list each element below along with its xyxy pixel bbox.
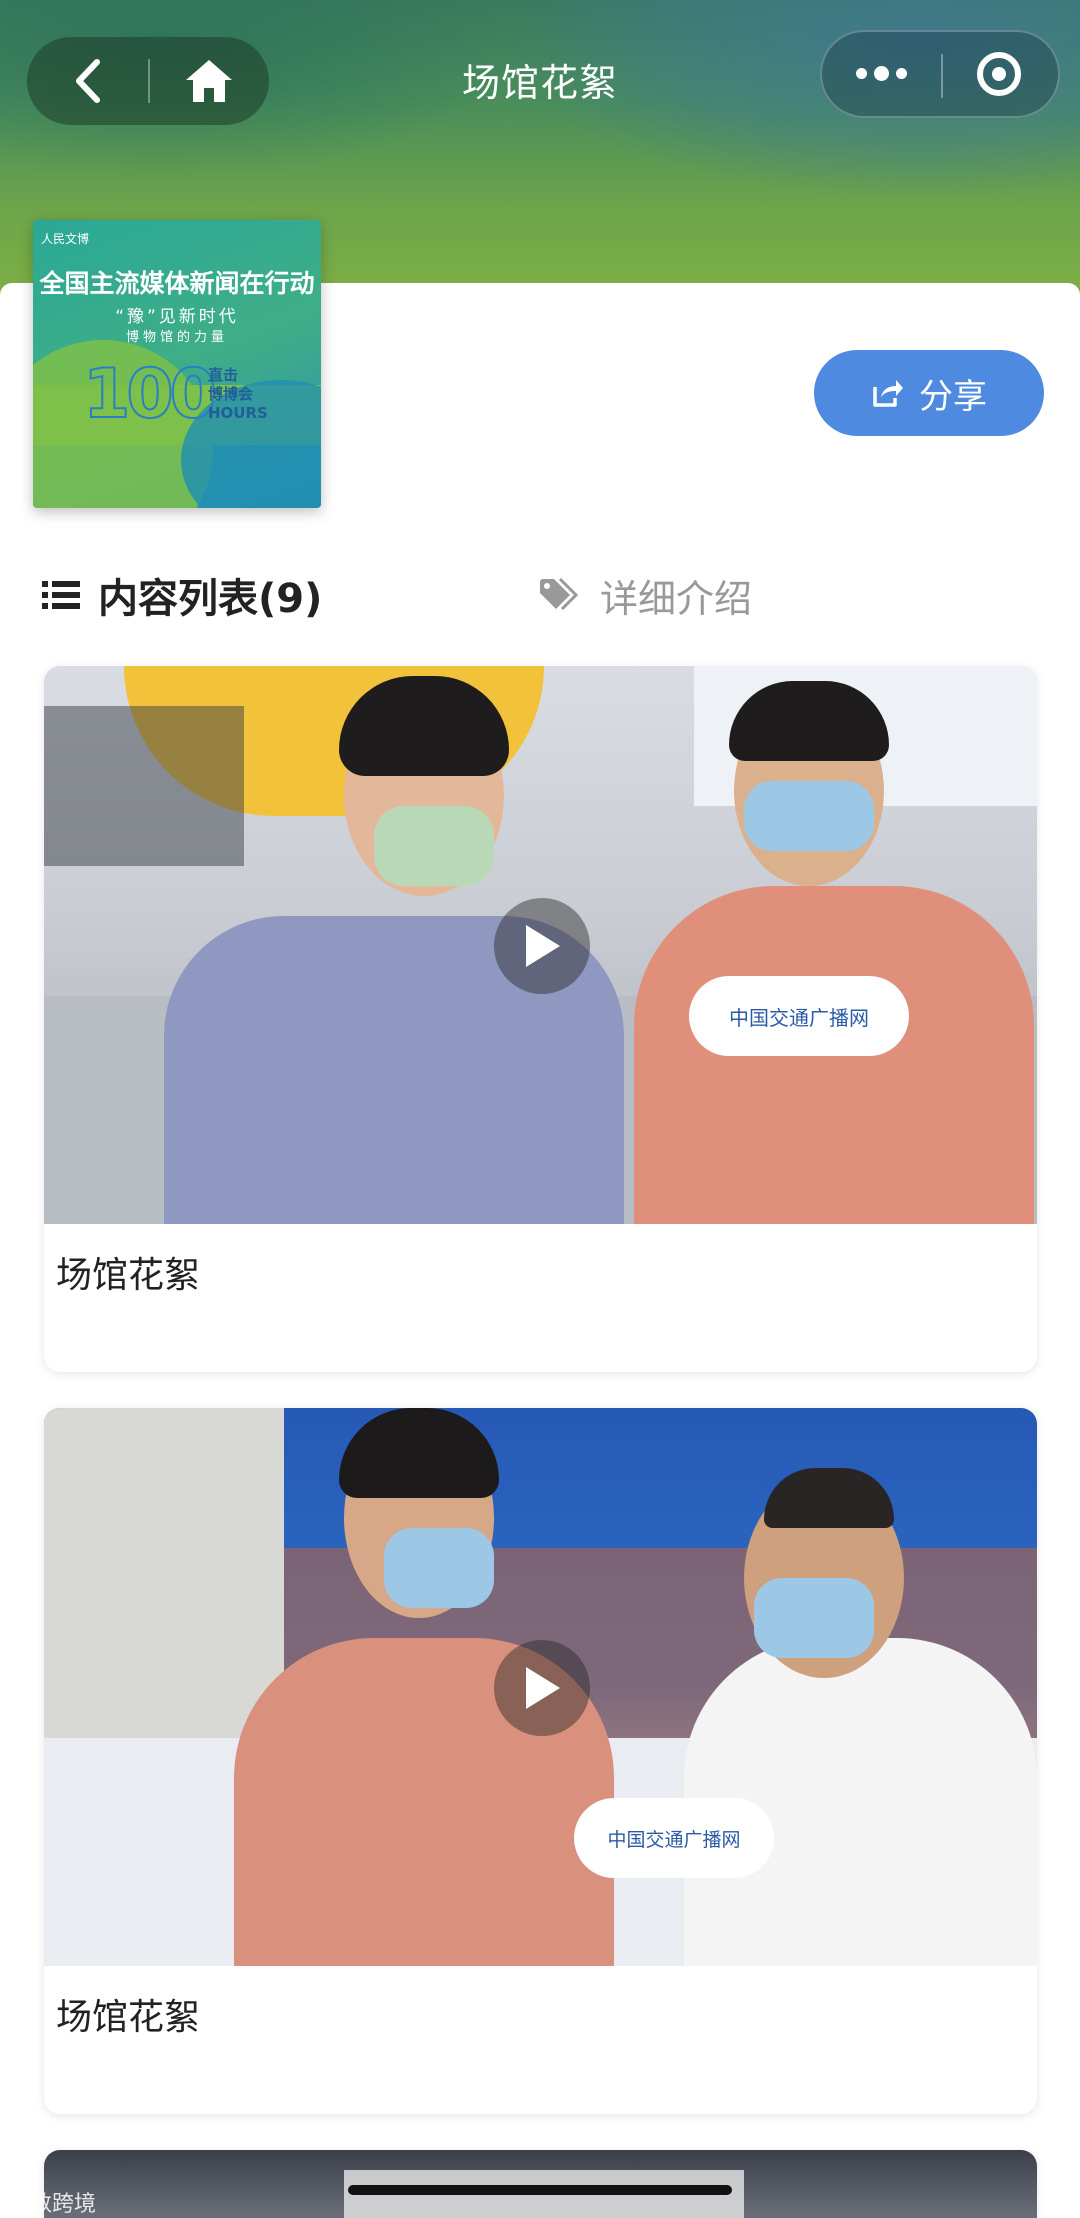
video-thumbnail[interactable]: 中国交通广播网 (44, 1408, 1037, 1966)
cover-number: 100 (82, 354, 218, 435)
microphone-flag: 中国交通广播网 (574, 1798, 774, 1878)
cover-side-text: 直击 博博会 HOURS (208, 366, 268, 422)
list-icon (42, 581, 80, 609)
mini-program-capsule (820, 30, 1060, 118)
more-dots-icon (855, 65, 907, 81)
nav-pill (27, 37, 269, 125)
page-title: 场馆花絮 (461, 61, 618, 105)
video-card[interactable]: 中国交通广播网 场馆花絮 (44, 666, 1037, 1372)
video-card[interactable]: 中国交通广播网 场馆花絮 (44, 1408, 1037, 2114)
target-circle-icon (977, 52, 1021, 96)
capsule-divider (941, 54, 943, 98)
video-thumbnail[interactable] (44, 2150, 1037, 2218)
video-title: 场馆花絮 (56, 1255, 201, 1296)
nav-divider (148, 59, 150, 103)
share-button[interactable]: 分享 (814, 350, 1044, 436)
chevron-left-icon (75, 59, 100, 103)
video-card[interactable] (44, 2150, 1037, 2218)
play-button[interactable] (494, 898, 590, 994)
microphone-flag: 中国交通广播网 (689, 976, 909, 1056)
tags-icon (540, 577, 579, 611)
cover-logo-text: 人民文博 (41, 232, 90, 246)
home-indicator (348, 2185, 732, 2195)
back-button[interactable] (27, 37, 148, 125)
share-icon (873, 380, 903, 407)
tab-details[interactable]: 详细介绍 (538, 555, 752, 635)
watermark: 大数跨境 (8, 2192, 97, 2217)
play-button[interactable] (494, 1640, 590, 1736)
video-thumbnail[interactable]: 中国交通广播网 (44, 666, 1037, 1224)
play-icon (526, 925, 560, 967)
share-label: 分享 (919, 376, 987, 417)
cover-subtitle-2: 博物馆的力量 (125, 330, 228, 345)
tab-details-label: 详细介绍 (600, 576, 753, 621)
close-button[interactable] (940, 30, 1058, 118)
home-icon (185, 60, 232, 102)
video-title: 场馆花絮 (56, 1997, 201, 2038)
tab-bar: 内容列表(9) 详细介绍 (0, 555, 1080, 635)
tab-content-list[interactable]: 内容列表(9) (42, 555, 322, 635)
more-button[interactable] (822, 30, 940, 118)
album-cover: 人民文博 全国主流媒体新闻在行动 “豫”见新时代 博物馆的力量 100 直击 博… (33, 220, 321, 508)
cover-title: 全国主流媒体新闻在行动 (39, 269, 315, 298)
cover-subtitle: “豫”见新时代 (115, 307, 239, 327)
home-button[interactable] (148, 37, 269, 125)
tab-content-list-label: 内容列表(9) (98, 576, 323, 622)
play-icon (526, 1667, 560, 1709)
